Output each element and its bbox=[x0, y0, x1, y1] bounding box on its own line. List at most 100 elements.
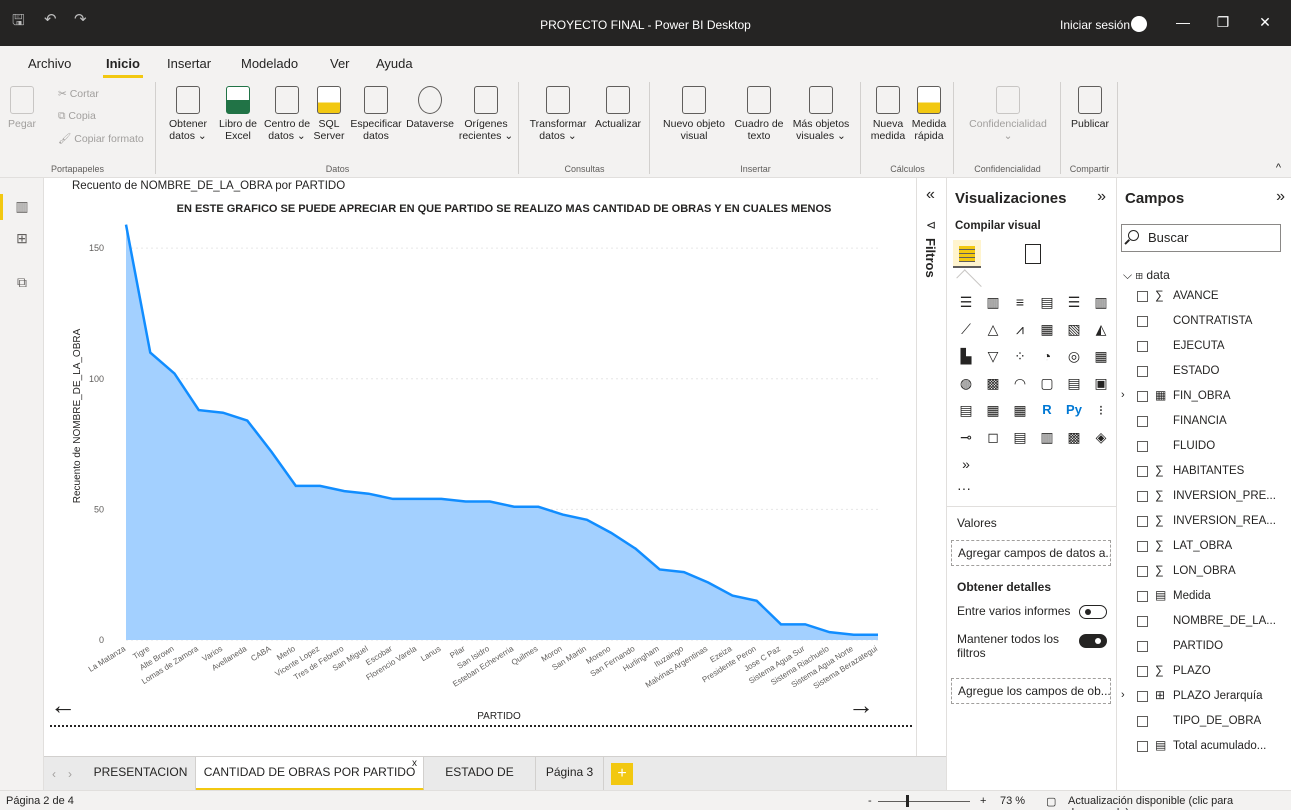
qa-icon[interactable]: ◻ bbox=[984, 429, 1002, 445]
field-checkbox[interactable] bbox=[1137, 666, 1148, 677]
field-item[interactable]: FLUIDO bbox=[1121, 438, 1289, 456]
stacked-area-icon[interactable]: ⩘ bbox=[1011, 321, 1029, 337]
column-100-icon[interactable]: ▥ bbox=[1092, 294, 1110, 310]
tab-inicio[interactable]: Inicio bbox=[103, 56, 143, 78]
line-clustered-icon[interactable]: ▧ bbox=[1065, 321, 1083, 337]
page-tab[interactable]: PRESENTACION bbox=[86, 757, 196, 791]
report-view-icon[interactable]: ▥ bbox=[0, 194, 32, 220]
field-checkbox[interactable] bbox=[1137, 641, 1148, 652]
filters-label[interactable]: Filtros bbox=[923, 238, 938, 278]
field-checkbox[interactable] bbox=[1137, 691, 1148, 702]
field-item[interactable]: ∑ INVERSION_REA... bbox=[1121, 513, 1289, 531]
model-view-icon[interactable]: ⧉ bbox=[12, 274, 32, 292]
field-item[interactable]: ∑ INVERSION_PRE... bbox=[1121, 488, 1289, 506]
chevron-left-icon[interactable]: « bbox=[926, 186, 935, 204]
new-measure-button[interactable]: Nueva medida bbox=[866, 84, 910, 142]
zoom-out-icon[interactable]: - bbox=[868, 795, 872, 807]
collapse-viz-icon[interactable]: » bbox=[1097, 188, 1106, 206]
line-column-icon[interactable]: ▦ bbox=[1038, 321, 1056, 337]
stacked-bar-icon[interactable]: ☰ bbox=[957, 294, 975, 310]
field-item[interactable]: ∑ LON_OBRA bbox=[1121, 563, 1289, 581]
treemap-icon[interactable]: ▦ bbox=[1092, 348, 1110, 364]
zoom-slider[interactable] bbox=[878, 801, 970, 802]
donut-icon[interactable]: ◎ bbox=[1065, 348, 1083, 364]
field-checkbox[interactable] bbox=[1137, 516, 1148, 527]
fit-page-icon[interactable]: ▢ bbox=[1046, 795, 1056, 808]
clustered-column-icon[interactable]: ▤ bbox=[1038, 294, 1056, 310]
slicer-icon[interactable]: ▤ bbox=[957, 402, 975, 418]
sensitivity-button[interactable]: Confidencialidad ⌄ bbox=[961, 84, 1055, 142]
close-icon[interactable]: ✕ bbox=[1250, 14, 1280, 31]
field-item[interactable]: NOMBRE_DE_LA... bbox=[1121, 613, 1289, 631]
filters-pane-collapsed[interactable]: « ⊲ Filtros bbox=[916, 178, 946, 756]
field-item[interactable]: ∑ PLAZO bbox=[1121, 663, 1289, 681]
funnel-icon[interactable]: ▽ bbox=[984, 348, 1002, 364]
field-item[interactable]: › ▦ FIN_OBRA bbox=[1121, 388, 1289, 406]
area-chart[interactable]: Recuento de NOMBRE_DE_LA_OBRA por PARTID… bbox=[44, 178, 916, 723]
collapse-fields-icon[interactable]: » bbox=[1276, 188, 1285, 206]
cut-button[interactable]: ✂ Cortar bbox=[58, 88, 99, 100]
collapse-ribbon-icon[interactable]: ^ bbox=[1276, 162, 1281, 174]
field-checkbox[interactable] bbox=[1137, 566, 1148, 577]
recent-sources-button[interactable]: Orígenes recientes ⌄ bbox=[457, 84, 515, 142]
field-item[interactable]: TIPO_DE_OBRA bbox=[1121, 713, 1289, 731]
matrix-icon[interactable]: ▦ bbox=[1011, 402, 1029, 418]
ribbon-icon[interactable]: ◭ bbox=[1092, 321, 1110, 337]
minimize-icon[interactable]: — bbox=[1168, 14, 1198, 30]
field-item[interactable]: CONTRATISTA bbox=[1121, 313, 1289, 331]
clustered-bar-icon[interactable]: ≡ bbox=[1011, 294, 1029, 310]
table-node[interactable]: ⌵ ⊞ data bbox=[1123, 268, 1170, 283]
update-available-link[interactable]: Actualización disponible (clic para desc… bbox=[1068, 795, 1291, 810]
data-hub-button[interactable]: Centro de datos ⌄ bbox=[261, 84, 313, 142]
more-visuals-ellipsis[interactable]: ··· bbox=[957, 480, 971, 496]
table-icon[interactable]: ▦ bbox=[984, 402, 1002, 418]
field-checkbox[interactable] bbox=[1137, 316, 1148, 327]
transform-data-button[interactable]: Transformar datos ⌄ bbox=[526, 84, 590, 142]
page-tab[interactable]: ESTADO DE OBRAS bbox=[424, 757, 536, 809]
publish-button[interactable]: Publicar bbox=[1066, 84, 1114, 130]
restore-icon[interactable]: ❐ bbox=[1208, 14, 1238, 31]
filled-map-icon[interactable]: ▩ bbox=[984, 375, 1002, 391]
scatter-icon[interactable]: ⁘ bbox=[1011, 348, 1029, 364]
field-checkbox[interactable] bbox=[1137, 366, 1148, 377]
field-checkbox[interactable] bbox=[1137, 741, 1148, 752]
key-influencers-icon[interactable]: ⁝ bbox=[1092, 402, 1110, 418]
r-visual-icon[interactable]: R bbox=[1038, 402, 1056, 418]
get-more-visuals-icon[interactable]: » bbox=[957, 456, 975, 472]
arrow-right-icon[interactable]: → bbox=[848, 690, 874, 721]
kpi-icon[interactable]: ▣ bbox=[1092, 375, 1110, 391]
next-page-icon[interactable]: › bbox=[68, 767, 72, 781]
prev-page-icon[interactable]: ‹ bbox=[52, 767, 56, 781]
tab-ayuda[interactable]: Ayuda bbox=[376, 56, 413, 71]
decomposition-icon[interactable]: ⊸ bbox=[957, 429, 975, 445]
field-checkbox[interactable] bbox=[1137, 441, 1148, 452]
build-visual-icon[interactable] bbox=[953, 240, 981, 268]
avatar[interactable] bbox=[1131, 16, 1147, 32]
field-checkbox[interactable] bbox=[1137, 716, 1148, 727]
map-icon[interactable]: ◍ bbox=[957, 375, 975, 391]
field-item[interactable]: PARTIDO bbox=[1121, 638, 1289, 656]
format-painter-button[interactable]: 🖌 Copiar formato bbox=[58, 132, 144, 145]
field-checkbox[interactable] bbox=[1137, 416, 1148, 427]
field-item[interactable]: FINANCIA bbox=[1121, 413, 1289, 431]
paste-button[interactable]: Pegar bbox=[4, 84, 40, 130]
field-checkbox[interactable] bbox=[1137, 391, 1148, 402]
more-visuals-button[interactable]: Más objetos visuales ⌄ bbox=[787, 84, 855, 142]
multi-card-icon[interactable]: ▤ bbox=[1065, 375, 1083, 391]
waterfall-icon[interactable]: ▙ bbox=[957, 348, 975, 364]
quick-measure-button[interactable]: Medida rápida bbox=[908, 84, 950, 142]
power-apps-icon[interactable]: ▩ bbox=[1065, 429, 1083, 445]
narrative-icon[interactable]: ▤ bbox=[1011, 429, 1029, 445]
page-tab[interactable]: Página 3 bbox=[536, 757, 604, 791]
sql-server-button[interactable]: SQL Server bbox=[309, 84, 349, 142]
text-box-button[interactable]: Cuadro de texto bbox=[729, 84, 789, 142]
field-item[interactable]: ∑ AVANCE bbox=[1121, 288, 1289, 306]
area-icon[interactable]: △ bbox=[984, 321, 1002, 337]
enter-data-button[interactable]: Especificar datos bbox=[345, 84, 407, 142]
zoom-slider-thumb[interactable] bbox=[906, 795, 909, 807]
field-checkbox[interactable] bbox=[1137, 291, 1148, 302]
dataverse-button[interactable]: Dataverse bbox=[403, 84, 457, 130]
page-tab-active[interactable]: CANTIDAD DE OBRAS POR PARTIDO x bbox=[196, 757, 424, 791]
cross-report-toggle[interactable] bbox=[1079, 605, 1107, 619]
field-checkbox[interactable] bbox=[1137, 616, 1148, 627]
